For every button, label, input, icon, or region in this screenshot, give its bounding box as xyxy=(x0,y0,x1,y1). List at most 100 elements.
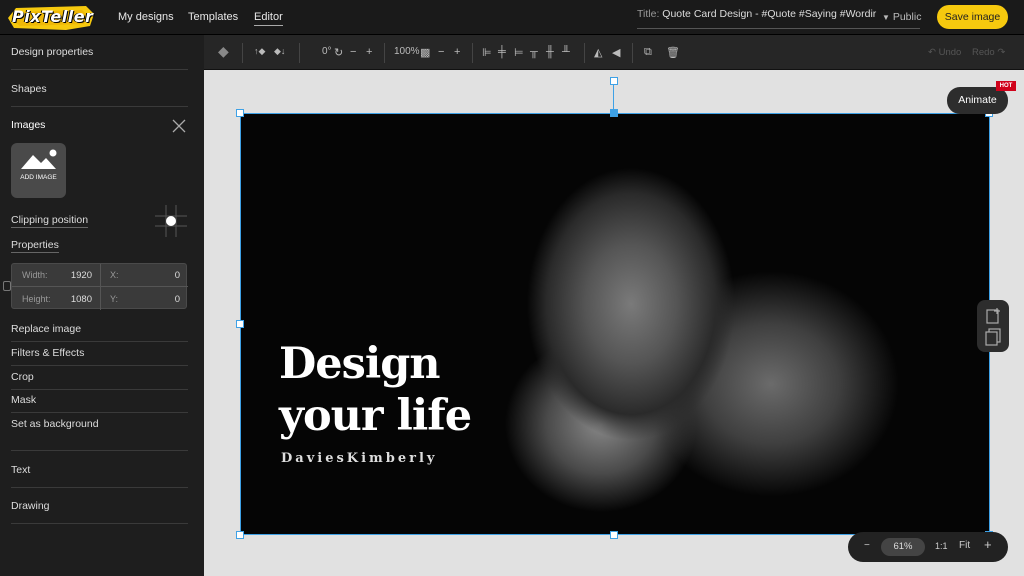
lock-ratio-icon[interactable] xyxy=(3,281,11,291)
height-input[interactable]: 1080 xyxy=(60,294,92,305)
pixteller-logo[interactable]: PixTeller xyxy=(6,4,94,30)
add-image-label: ADD IMAGE xyxy=(20,174,57,181)
hot-badge: HOT xyxy=(996,81,1016,91)
zoom-out-icon[interactable]: − xyxy=(864,540,870,551)
image-icon xyxy=(21,149,57,169)
zoom-in-icon[interactable]: + xyxy=(984,537,992,552)
animate-button[interactable]: Animate xyxy=(947,87,1008,114)
divider xyxy=(11,69,188,70)
rotate-minus-icon[interactable]: − xyxy=(350,46,356,58)
resize-handle-top-left[interactable] xyxy=(236,109,244,117)
sidebar: Design properties Shapes Images ADD IMAG… xyxy=(0,35,204,576)
undo-button[interactable]: ↶ Undo xyxy=(928,47,961,58)
send-backward-icon[interactable]: ◆↓ xyxy=(274,46,285,57)
resize-handle-bottom[interactable] xyxy=(610,531,618,539)
set-background-action[interactable]: Set as background xyxy=(11,418,188,430)
divider xyxy=(472,43,473,63)
logo-text: PixTeller xyxy=(12,7,94,26)
width-label: Width: xyxy=(22,270,48,280)
align-center-icon[interactable]: ╪ xyxy=(498,46,506,58)
flip-vertical-icon[interactable]: ◀ xyxy=(612,46,620,59)
save-image-button[interactable]: Save image xyxy=(937,5,1008,29)
clipping-position-label: Clipping position xyxy=(11,214,89,228)
align-left-icon[interactable]: ⊫ xyxy=(482,46,492,59)
nav-my-designs[interactable]: My designs xyxy=(118,11,174,23)
image-properties-box: Width: 1920 X: 0 Height: 1080 Y: 0 xyxy=(11,263,188,310)
align-bottom-icon[interactable]: ╨ xyxy=(562,46,570,58)
crop-action[interactable]: Crop xyxy=(11,371,188,383)
resize-handle-bottom-left[interactable] xyxy=(236,531,244,539)
layers-icon[interactable]: ◆ xyxy=(218,43,229,60)
divider xyxy=(11,450,188,451)
width-input[interactable]: 1920 xyxy=(60,270,92,281)
divider xyxy=(12,286,188,287)
close-icon[interactable] xyxy=(172,119,186,133)
filters-effects-action[interactable]: Filters & Effects xyxy=(11,347,188,359)
zoom-level[interactable]: 61% xyxy=(881,538,925,556)
y-label: Y: xyxy=(110,294,119,304)
align-top-icon[interactable]: ╥ xyxy=(530,46,538,58)
divider xyxy=(299,43,300,63)
redo-button[interactable]: Redo ↷ xyxy=(972,47,1005,58)
top-bar: PixTeller My designs Templates Editor Ti… xyxy=(0,0,1024,35)
divider xyxy=(11,487,188,488)
nav-editor[interactable]: Editor xyxy=(254,11,283,26)
design-headline[interactable]: Design your life xyxy=(279,338,472,442)
x-input[interactable]: 0 xyxy=(152,270,180,281)
rotate-icon[interactable]: ↻ xyxy=(334,46,343,59)
divider xyxy=(11,341,188,342)
bring-forward-icon[interactable]: ↑◆ xyxy=(254,46,265,57)
resize-handle-left[interactable] xyxy=(236,320,244,328)
align-middle-icon[interactable]: ╫ xyxy=(546,46,554,58)
editor-toolbar: ◆ ↑◆ ◆↓ 0° ↻ − + 100% ▩ − + ⊫ ╪ ⊨ ╥ ╫ ╨ … xyxy=(204,35,1024,70)
trash-icon[interactable]: 🗑 xyxy=(666,46,680,59)
design-author[interactable]: DaviesKimberly xyxy=(281,451,437,466)
divider xyxy=(242,43,243,63)
y-input[interactable]: 0 xyxy=(152,294,180,305)
title-field[interactable]: Title: Quote Card Design - #Quote #Sayin… xyxy=(637,8,920,29)
zoom-fit[interactable]: Fit xyxy=(959,540,970,551)
nav-templates[interactable]: Templates xyxy=(188,11,238,23)
zoom-one-to-one[interactable]: 1:1 xyxy=(935,541,948,551)
add-image-button[interactable]: ADD IMAGE xyxy=(11,143,66,198)
divider xyxy=(11,106,188,107)
height-label: Height: xyxy=(22,294,51,304)
align-right-icon[interactable]: ⊨ xyxy=(514,46,524,59)
divider xyxy=(632,43,633,63)
mask-action[interactable]: Mask xyxy=(11,394,188,406)
caret-down-icon: ▼ xyxy=(882,13,890,22)
divider xyxy=(384,43,385,63)
divider xyxy=(11,389,188,390)
sidebar-text[interactable]: Text xyxy=(11,464,188,476)
visibility-dropdown[interactable]: ▼ Public xyxy=(882,11,921,23)
portrait-photo[interactable] xyxy=(491,114,989,534)
redo-label: Redo xyxy=(972,47,995,58)
canvas-area[interactable]: Design your life DaviesKimberly Animate … xyxy=(204,70,1024,576)
divider xyxy=(11,412,188,413)
x-label: X: xyxy=(110,270,119,280)
sidebar-shapes[interactable]: Shapes xyxy=(11,83,188,95)
headline-line-2: your life xyxy=(279,391,472,441)
divider xyxy=(11,365,188,366)
add-page-icon[interactable] xyxy=(986,308,1000,324)
duplicate-page-icon[interactable] xyxy=(985,328,1001,346)
opacity-minus-icon[interactable]: − xyxy=(438,46,444,58)
divider xyxy=(11,523,188,524)
properties-label: Properties xyxy=(11,239,59,253)
title-value[interactable]: Quote Card Design - #Quote #Saying #Word… xyxy=(662,8,876,20)
sidebar-design-properties[interactable]: Design properties xyxy=(11,46,188,58)
rotation-handle[interactable] xyxy=(610,77,618,85)
flip-horizontal-icon[interactable]: ◭ xyxy=(594,46,602,59)
transparency-icon[interactable]: ▩ xyxy=(420,46,430,59)
replace-image-action[interactable]: Replace image xyxy=(11,323,188,335)
sidebar-drawing[interactable]: Drawing xyxy=(11,500,188,512)
opacity-value[interactable]: 100% xyxy=(394,46,420,57)
opacity-plus-icon[interactable]: + xyxy=(454,46,460,58)
rotation-value[interactable]: 0° xyxy=(322,46,332,57)
sidebar-images[interactable]: Images xyxy=(11,119,188,131)
duplicate-icon[interactable]: ⧉ xyxy=(644,46,652,59)
design-canvas[interactable]: Design your life DaviesKimberly xyxy=(240,113,990,535)
resize-handle-top[interactable] xyxy=(610,109,618,117)
clipping-position-grid[interactable] xyxy=(155,205,187,237)
rotate-plus-icon[interactable]: + xyxy=(366,46,372,58)
